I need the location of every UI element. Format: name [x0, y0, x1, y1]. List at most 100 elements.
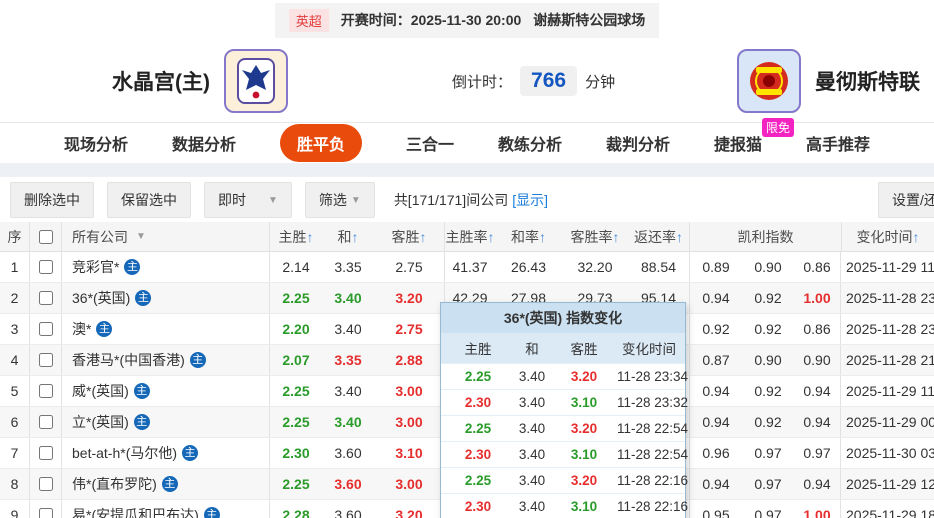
home-win-odds[interactable]: 2.28: [270, 507, 322, 518]
tab-3[interactable]: 胜平负: [279, 124, 362, 162]
company-name-cell[interactable]: 威*(英国) 主: [62, 376, 270, 406]
col-header-change-time[interactable]: 变化时间 ↑: [841, 222, 934, 251]
row-checkbox[interactable]: [38, 415, 53, 429]
draw-odds[interactable]: 3.60: [322, 507, 374, 518]
col-header-return-rate[interactable]: 返还率 ↑: [628, 222, 690, 251]
draw-odds[interactable]: 3.35: [322, 352, 374, 368]
row-checkbox[interactable]: [38, 384, 53, 398]
kelly-index-3: 0.97: [794, 438, 841, 468]
col-header-away-win-rate-label: 客胜率: [570, 228, 613, 245]
company-name-cell[interactable]: 竞彩官* 主: [62, 252, 270, 282]
col-header-draw-rate[interactable]: 和率↑: [495, 227, 562, 247]
company-name: 立*(英国): [72, 414, 129, 430]
home-win-odds[interactable]: 2.30: [270, 445, 322, 461]
crystal-palace-crest-icon: [237, 58, 275, 104]
separator-band: [0, 163, 934, 177]
col-header-away-win[interactable]: 客胜 ↑: [374, 222, 445, 251]
popup-home-win-odds: 2.30: [464, 499, 492, 514]
tab-5[interactable]: 教练分析: [498, 131, 562, 155]
col-header-away-win-rate[interactable]: 客胜率↑: [562, 227, 628, 247]
company-name: 36*(英国): [72, 290, 131, 306]
kelly-index-3: 0.94: [794, 469, 841, 499]
tab-2[interactable]: 数据分析: [172, 131, 236, 155]
table-row: 1 竞彩官* 主 2.14 3.35 2.75 41.37 26.43 32.20 88.54 0.…: [0, 252, 934, 283]
col-header-home-win-rate[interactable]: 主胜率↑: [445, 227, 495, 247]
odds-change-popup: 36*(英国) 指数变化 主胜 和 客胜 变化时间 2.25 3.40 3.20 11…: [440, 302, 688, 518]
row-checkbox-cell: [30, 407, 62, 437]
table-toolbar: 删除选中 保留选中 即时 ▼ 筛选 ▼ 共[171/171]间公司 [显示] 设置…: [0, 177, 934, 223]
popup-draw-odds: 3.40: [518, 395, 546, 410]
home-win-odds[interactable]: 2.25: [270, 414, 322, 430]
away-win-odds[interactable]: 2.88: [374, 345, 445, 375]
return-rate: 88.54: [628, 252, 690, 282]
change-time: 2025-11-29 11:02: [846, 259, 934, 275]
show-link[interactable]: [显示]: [512, 192, 548, 208]
row-index: 4: [0, 345, 30, 375]
select-all-checkbox-cell: [30, 222, 62, 251]
home-win-odds[interactable]: 2.25: [270, 290, 322, 306]
keep-selected-button[interactable]: 保留选中: [107, 182, 191, 218]
row-checkbox[interactable]: [38, 508, 53, 518]
row-checkbox[interactable]: [38, 477, 53, 491]
home-win-odds[interactable]: 2.07: [270, 352, 322, 368]
home-win-rate: 41.37: [452, 259, 488, 275]
countdown-block: 倒计时： 766 分钟: [452, 66, 615, 96]
away-win-odds[interactable]: 2.75: [374, 314, 445, 344]
popup-col-draw: 和: [525, 342, 539, 357]
settings-restore-button[interactable]: 设置/还原: [878, 182, 934, 218]
away-win-odds[interactable]: 3.20: [374, 500, 445, 518]
home-win-odds[interactable]: 2.25: [270, 383, 322, 399]
change-time: 2025-11-28 23:34: [846, 290, 934, 306]
row-checkbox[interactable]: [38, 322, 53, 336]
draw-odds[interactable]: 3.40: [322, 321, 374, 337]
away-win-odds[interactable]: 3.10: [374, 438, 445, 468]
company-name-cell[interactable]: bet-at-h*(马尔他) 主: [62, 438, 270, 468]
col-header-draw[interactable]: 和↑: [322, 227, 374, 247]
popup-draw-odds: 3.40: [518, 473, 546, 488]
away-win-odds[interactable]: 3.20: [374, 283, 445, 313]
row-checkbox[interactable]: [38, 353, 53, 367]
draw-odds[interactable]: 3.60: [322, 445, 374, 461]
draw-odds[interactable]: 3.40: [322, 383, 374, 399]
tab-7[interactable]: 捷报猫 限免: [714, 118, 795, 155]
draw-odds[interactable]: 3.40: [322, 290, 374, 306]
row-checkbox[interactable]: [38, 260, 53, 274]
col-header-company[interactable]: 所有公司 ▼: [62, 222, 270, 251]
company-name-cell[interactable]: 36*(英国) 主: [62, 283, 270, 313]
col-header-home-win[interactable]: 主胜↑: [270, 227, 322, 247]
home-win-odds[interactable]: 2.25: [270, 476, 322, 492]
tab-4[interactable]: 三合一: [406, 131, 454, 155]
away-win-odds[interactable]: 3.00: [374, 469, 445, 499]
company-name-cell[interactable]: 伟*(直布罗陀) 主: [62, 469, 270, 499]
home-win-odds[interactable]: 2.20: [270, 321, 322, 337]
sort-up-icon: ↑: [612, 228, 620, 245]
draw-odds[interactable]: 3.60: [322, 476, 374, 492]
tab-1[interactable]: 现场分析: [64, 131, 128, 155]
row-checkbox[interactable]: [38, 291, 53, 305]
realtime-dropdown[interactable]: 即时 ▼: [204, 182, 292, 218]
away-win-odds[interactable]: 3.00: [374, 407, 445, 437]
chevron-down-icon: ▼: [350, 194, 361, 206]
popup-draw-odds: 3.40: [518, 447, 546, 462]
popup-away-win-odds: 3.20: [570, 369, 598, 384]
select-all-checkbox[interactable]: [38, 229, 53, 244]
company-name-cell[interactable]: 立*(英国) 主: [62, 407, 270, 437]
home-win-odds[interactable]: 2.14: [270, 259, 322, 275]
main-odds-icon: 主: [189, 352, 206, 368]
company-name-cell[interactable]: 易*(安提瓜和巴布达) 主: [62, 500, 270, 518]
popup-draw-odds: 3.40: [518, 369, 546, 384]
delete-selected-button[interactable]: 删除选中: [10, 182, 94, 218]
away-win-odds[interactable]: 3.00: [374, 376, 445, 406]
draw-odds[interactable]: 3.35: [322, 259, 374, 275]
kelly-index-1: 0.94: [702, 476, 730, 492]
draw-odds[interactable]: 3.40: [322, 414, 374, 430]
away-win-odds[interactable]: 2.75: [374, 252, 445, 282]
tab-8[interactable]: 高手推荐: [806, 131, 870, 155]
realtime-dropdown-label: 即时: [218, 192, 246, 208]
row-checkbox[interactable]: [38, 446, 53, 460]
popup-col-change-time: 变化时间: [622, 342, 676, 357]
tab-6[interactable]: 裁判分析: [606, 131, 670, 155]
company-name-cell[interactable]: 澳* 主: [62, 314, 270, 344]
filter-dropdown[interactable]: 筛选 ▼: [304, 182, 375, 218]
company-name-cell[interactable]: 香港马*(中国香港) 主: [62, 345, 270, 375]
